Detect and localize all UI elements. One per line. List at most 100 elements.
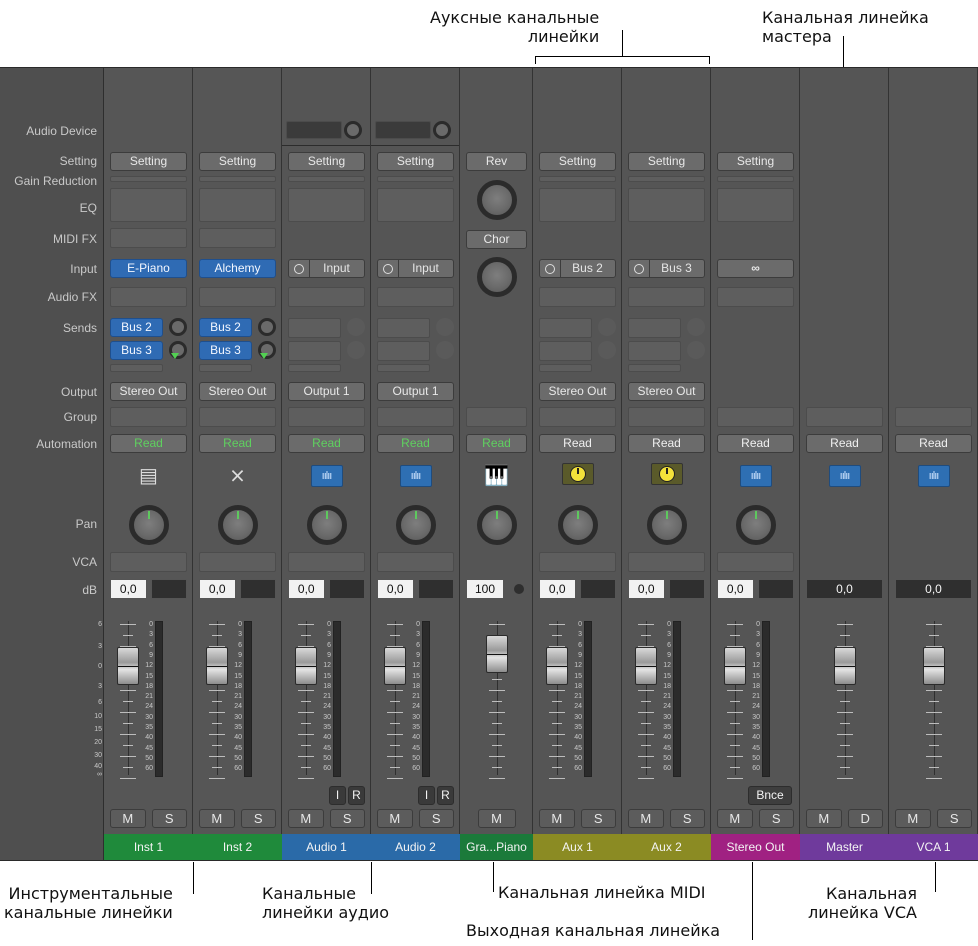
setting-button[interactable]: Setting <box>628 152 705 171</box>
input-monitor-button[interactable]: I <box>329 786 346 805</box>
audio-fx-slot[interactable] <box>717 287 794 307</box>
volume-fader[interactable] <box>384 647 406 685</box>
vca-slot[interactable] <box>110 552 187 572</box>
output-button[interactable]: Stereo Out <box>539 382 616 401</box>
automation-mode-button[interactable]: Read <box>895 434 972 453</box>
input-instrument-button[interactable]: E-Piano <box>110 259 187 278</box>
eq-slot[interactable] <box>717 188 794 222</box>
send-slot-1[interactable] <box>288 318 341 338</box>
automation-mode-button[interactable]: Read <box>539 434 616 453</box>
pan-knob[interactable] <box>646 505 687 545</box>
pan-knob[interactable] <box>217 505 258 545</box>
pan-knob[interactable] <box>476 505 517 545</box>
midi-fx-rev-button[interactable]: Rev <box>466 152 527 171</box>
setting-button[interactable]: Setting <box>717 152 794 171</box>
mute-button[interactable]: M <box>806 809 842 828</box>
volume-fader[interactable] <box>724 647 746 685</box>
mute-button[interactable]: M <box>288 809 324 828</box>
input-button[interactable]: Input <box>377 259 454 278</box>
track-name-label[interactable]: Audio 1 <box>282 834 371 860</box>
audio-device-slot[interactable] <box>375 121 431 139</box>
audio-device-slot[interactable] <box>286 121 342 139</box>
pan-knob[interactable] <box>128 505 169 545</box>
track-name-label[interactable]: VCA 1 <box>889 834 978 860</box>
eq-slot[interactable] <box>377 188 454 222</box>
solo-button[interactable]: S <box>580 809 616 828</box>
pan-knob[interactable] <box>735 505 776 545</box>
automation-mode-button[interactable]: Read <box>110 434 187 453</box>
midi-fx-slot[interactable] <box>199 228 276 248</box>
group-slot[interactable] <box>895 407 972 427</box>
group-slot[interactable] <box>377 407 454 427</box>
send-empty-slot[interactable] <box>110 364 163 372</box>
send-2-knob[interactable] <box>436 341 454 359</box>
send-bus-3-button[interactable]: Bus 3 <box>199 341 252 360</box>
send-bus-2-button[interactable]: Bus 2 <box>110 318 163 337</box>
automation-mode-button[interactable]: Read <box>288 434 365 453</box>
solo-button[interactable]: S <box>151 809 187 828</box>
solo-button[interactable]: S <box>329 809 365 828</box>
track-name-label[interactable]: Aux 1 <box>533 834 622 860</box>
output-button[interactable]: Stereo Out <box>628 382 705 401</box>
audio-fx-slot[interactable] <box>199 287 276 307</box>
volume-db-display[interactable]: 0,0 <box>539 579 576 599</box>
mute-button[interactable]: M <box>377 809 413 828</box>
pan-knob[interactable] <box>306 505 347 545</box>
vca-slot[interactable] <box>199 552 276 572</box>
send-2-knob[interactable] <box>687 341 705 359</box>
send-empty-slot[interactable] <box>288 364 341 372</box>
track-name-label[interactable]: Audio 2 <box>371 834 460 860</box>
volume-db-display[interactable]: 0,0 <box>288 579 325 599</box>
audio-fx-slot[interactable] <box>288 287 365 307</box>
send-slot-1[interactable] <box>377 318 430 338</box>
automation-mode-button[interactable]: Read <box>806 434 883 453</box>
send-bus-2-button[interactable]: Bus 2 <box>199 318 252 337</box>
solo-button[interactable]: S <box>936 809 972 828</box>
eq-slot[interactable] <box>110 188 187 222</box>
vca-slot[interactable] <box>288 552 365 572</box>
bounce-button[interactable]: Bnce <box>748 786 792 805</box>
midi-fx-slot[interactable] <box>110 228 187 248</box>
volume-db-display[interactable]: 0,0 <box>377 579 414 599</box>
send-1-knob[interactable] <box>687 318 705 336</box>
setting-button[interactable]: Setting <box>288 152 365 171</box>
send-empty-slot[interactable] <box>199 364 252 372</box>
record-enable-button[interactable]: R <box>437 786 454 805</box>
solo-button[interactable]: S <box>669 809 705 828</box>
input-monitor-button[interactable]: I <box>418 786 435 805</box>
volume-fader[interactable] <box>834 647 856 685</box>
group-slot[interactable] <box>466 407 527 427</box>
mute-button[interactable]: M <box>628 809 664 828</box>
volume-db-display[interactable]: 0,0 <box>806 579 883 599</box>
send-1-knob[interactable] <box>436 318 454 336</box>
automation-mode-button[interactable]: Read <box>377 434 454 453</box>
automation-mode-button[interactable]: Read <box>628 434 705 453</box>
send-empty-slot[interactable] <box>377 364 430 372</box>
group-slot[interactable] <box>806 407 883 427</box>
output-button[interactable]: Stereo Out <box>199 382 276 401</box>
input-instrument-button[interactable]: Alchemy <box>199 259 276 278</box>
audio-device-knob[interactable] <box>344 121 362 139</box>
send-1-knob[interactable] <box>598 318 616 336</box>
input-button[interactable]: Bus 3 <box>628 259 705 278</box>
stereo-link-button[interactable]: ∞ <box>717 259 794 278</box>
volume-fader[interactable] <box>635 647 657 685</box>
eq-slot[interactable] <box>288 188 365 222</box>
pan-knob[interactable] <box>557 505 598 545</box>
record-enable-button[interactable]: R <box>348 786 365 805</box>
group-slot[interactable] <box>539 407 616 427</box>
mute-button[interactable]: M <box>110 809 146 828</box>
volume-db-display[interactable]: 0,0 <box>895 579 972 599</box>
send-slot-1[interactable] <box>539 318 592 338</box>
vca-slot[interactable] <box>717 552 794 572</box>
chor-knob[interactable] <box>476 257 517 297</box>
send-slot-2[interactable] <box>628 341 681 361</box>
send-slot-1[interactable] <box>628 318 681 338</box>
track-name-label[interactable]: Inst 1 <box>104 834 193 860</box>
audio-fx-slot[interactable] <box>539 287 616 307</box>
vca-slot[interactable] <box>628 552 705 572</box>
solo-button[interactable]: S <box>418 809 454 828</box>
midi-fx-chor-button[interactable]: Chor <box>466 230 527 249</box>
mute-button[interactable]: M <box>539 809 575 828</box>
vca-slot[interactable] <box>539 552 616 572</box>
